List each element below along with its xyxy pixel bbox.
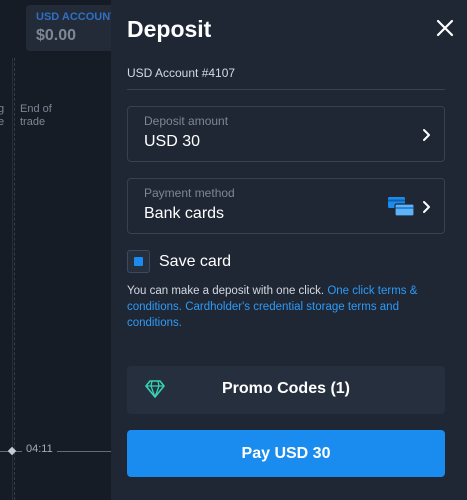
promo-codes-label: Promo Codes (1) bbox=[221, 380, 350, 397]
payment-method-value: Bank cards bbox=[144, 205, 225, 222]
end-of-trade-label: End of trade bbox=[20, 103, 52, 128]
pay-button[interactable]: Pay USD 30 bbox=[127, 430, 445, 477]
payment-method-label: Payment method bbox=[144, 186, 235, 200]
account-balance-widget[interactable]: USD ACCOUNT $0.00 bbox=[26, 5, 111, 51]
chart-label-truncated: g e bbox=[0, 103, 5, 128]
save-card-label[interactable]: Save card bbox=[159, 253, 231, 271]
chevron-right-icon bbox=[423, 129, 430, 141]
chevron-right-icon bbox=[423, 201, 430, 213]
deposit-panel: Deposit USD Account #4107 Deposit amount… bbox=[111, 0, 467, 500]
panel-title: Deposit bbox=[127, 16, 212, 42]
info-text: You can make a deposit with one click. bbox=[127, 285, 328, 297]
bank-cards-icon bbox=[388, 197, 414, 217]
promo-codes-button[interactable]: Promo Codes (1) bbox=[127, 366, 445, 414]
close-button[interactable] bbox=[433, 16, 457, 40]
chart-dashed-line bbox=[14, 58, 15, 500]
checkbox-checked-indicator bbox=[134, 257, 143, 266]
account-id: USD Account #4107 bbox=[127, 66, 236, 80]
deposit-amount-label: Deposit amount bbox=[144, 114, 229, 128]
time-marker-label: 04:11 bbox=[22, 443, 57, 455]
deposit-amount-value: USD 30 bbox=[144, 133, 201, 150]
account-balance: $0.00 bbox=[36, 27, 77, 44]
account-type-label: USD ACCOUNT bbox=[36, 11, 111, 23]
save-card-checkbox[interactable] bbox=[127, 250, 150, 273]
deposit-amount-field[interactable]: Deposit amount USD 30 bbox=[127, 106, 445, 162]
divider bbox=[127, 89, 445, 90]
trading-chart-background: USD ACCOUNT $0.00 g e End of trade 04:11 bbox=[0, 0, 111, 500]
payment-method-field[interactable]: Payment method Bank cards bbox=[127, 178, 445, 234]
one-click-info: You can make a deposit with one click. O… bbox=[127, 283, 445, 331]
chart-vertical-line bbox=[12, 58, 13, 500]
close-icon bbox=[436, 19, 454, 37]
